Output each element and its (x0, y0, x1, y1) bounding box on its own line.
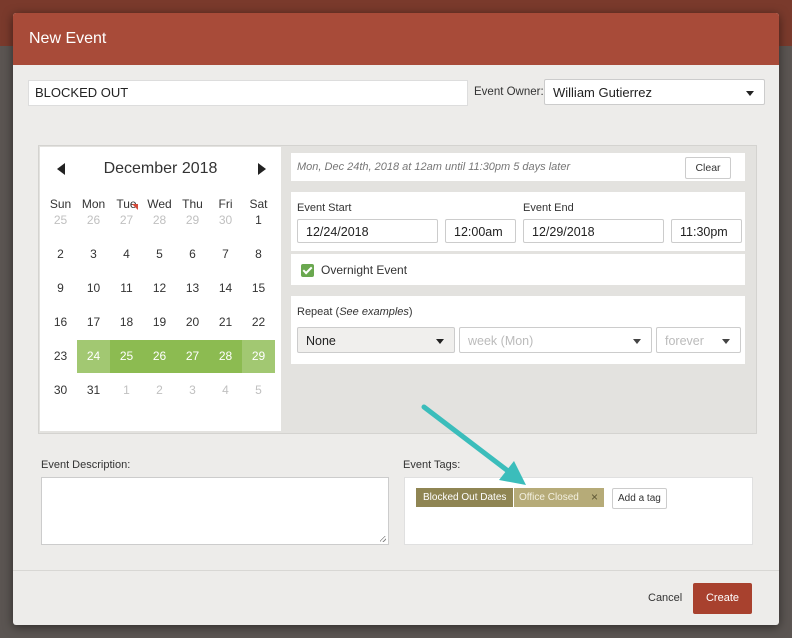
create-button[interactable]: Create (693, 583, 752, 614)
repeat-interval-select[interactable]: week (Mon) (459, 327, 652, 353)
event-owner-value: William Gutierrez (553, 85, 652, 100)
calendar-day[interactable]: 3 (77, 238, 110, 271)
calendar-day[interactable]: 11 (110, 272, 143, 305)
next-month-icon[interactable] (258, 163, 266, 175)
tag-office-closed-label: Office Closed (519, 492, 579, 503)
event-title-input[interactable]: BLOCKED OUT (28, 80, 468, 106)
calendar-day[interactable]: 2 (143, 374, 176, 407)
event-summary-bar: Mon, Dec 24th, 2018 at 12am until 11:30p… (291, 153, 745, 181)
event-start-date-input[interactable]: 12/24/2018 (297, 219, 438, 243)
schedule-panel: December 2018 Sun Mon Tue Wed Thu Fri Sat 25 26 2… (38, 145, 757, 434)
calendar-day[interactable]: 2 (44, 238, 77, 271)
calendar-day[interactable]: 7 (209, 238, 242, 271)
repeat-duration-value: forever (665, 334, 704, 348)
calendar-day[interactable]: 27 (110, 204, 143, 237)
overnight-event-label: Overnight Event (321, 263, 408, 277)
calendar-day[interactable]: 25 (110, 340, 143, 373)
chevron-down-icon (722, 339, 730, 344)
resize-handle-icon[interactable] (380, 536, 386, 542)
event-description-textarea[interactable] (41, 477, 389, 545)
calendar-day[interactable]: 25 (44, 204, 77, 237)
footer-divider (13, 570, 779, 571)
calendar-day[interactable]: 26 (143, 340, 176, 373)
event-owner-select[interactable]: William Gutierrez (544, 79, 765, 105)
remove-tag-icon[interactable]: × (591, 488, 598, 507)
repeat-interval-value: week (Mon) (468, 334, 534, 348)
event-summary-text: Mon, Dec 24th, 2018 at 12am until 11:30p… (297, 161, 571, 173)
overnight-event-row: Overnight Event (291, 254, 745, 285)
event-end-time-input[interactable]: 11:30pm (671, 219, 742, 243)
calendar-day[interactable]: 15 (242, 272, 275, 305)
calendar-day[interactable]: 14 (209, 272, 242, 305)
event-start-time-input[interactable]: 12:00am (445, 219, 516, 243)
calendar-day[interactable]: 28 (143, 204, 176, 237)
repeat-frequency-select[interactable]: None (297, 327, 455, 353)
chevron-down-icon (746, 91, 754, 96)
calendar-day[interactable]: 26 (77, 204, 110, 237)
calendar-day[interactable]: 19 (143, 306, 176, 339)
calendar-day[interactable]: 5 (143, 238, 176, 271)
calendar-day[interactable]: 5 (242, 374, 275, 407)
event-end-label: Event End (523, 202, 574, 214)
cancel-button[interactable]: Cancel (648, 592, 682, 604)
event-description-label: Event Description: (41, 459, 131, 471)
calendar-day[interactable]: 28 (209, 340, 242, 373)
calendar-day[interactable]: 8 (242, 238, 275, 271)
calendar-day[interactable]: 1 (110, 374, 143, 407)
add-tag-button[interactable]: Add a tag (612, 488, 667, 509)
calendar-day[interactable]: 16 (44, 306, 77, 339)
chevron-down-icon (633, 339, 641, 344)
event-end-date-input[interactable]: 12/29/2018 (523, 219, 664, 243)
calendar-day[interactable]: 13 (176, 272, 209, 305)
calendar-day[interactable]: 3 (176, 374, 209, 407)
event-dates-section: Event Start 12/24/2018 12:00am Event End… (291, 192, 745, 251)
calendar-day[interactable]: 24 (77, 340, 110, 373)
calendar-day[interactable]: 30 (209, 204, 242, 237)
calendar-day[interactable]: 9 (44, 272, 77, 305)
calendar-month-label: December 2018 (103, 160, 218, 177)
new-event-modal: New Event BLOCKED OUT Event Owner: Willi… (13, 13, 779, 625)
see-examples-link[interactable]: See examples (339, 306, 409, 318)
calendar-day[interactable]: 23 (44, 340, 77, 373)
overnight-event-checkbox[interactable] (301, 264, 314, 277)
annotation-arrow-icon (421, 404, 526, 485)
repeat-duration-select[interactable]: forever (656, 327, 741, 353)
chevron-down-icon (436, 339, 444, 344)
calendar-day[interactable]: 21 (209, 306, 242, 339)
calendar-day[interactable]: 30 (44, 374, 77, 407)
calendar-day[interactable]: 29 (242, 340, 275, 373)
calendar-day[interactable]: 31 (77, 374, 110, 407)
repeat-frequency-value: None (306, 334, 336, 348)
clear-button[interactable]: Clear (685, 157, 731, 179)
calendar-day[interactable]: 4 (209, 374, 242, 407)
repeat-section: Repeat (See examples) None week (Mon) fo… (291, 296, 745, 364)
calendar-day[interactable]: 10 (77, 272, 110, 305)
repeat-label: Repeat (See examples) (297, 306, 413, 318)
modal-title: New Event (13, 13, 779, 65)
calendar-day[interactable]: 20 (176, 306, 209, 339)
calendar-day[interactable]: 12 (143, 272, 176, 305)
calendar-day[interactable]: 18 (110, 306, 143, 339)
calendar-day[interactable]: 4 (110, 238, 143, 271)
calendar-day[interactable]: 27 (176, 340, 209, 373)
calendar-day[interactable]: 29 (176, 204, 209, 237)
event-start-label: Event Start (297, 202, 352, 214)
calendar-day[interactable]: 22 (242, 306, 275, 339)
calendar-day[interactable]: 6 (176, 238, 209, 271)
calendar-day[interactable]: 17 (77, 306, 110, 339)
event-owner-label: Event Owner: (474, 86, 544, 98)
calendar-day[interactable]: 1 (242, 204, 275, 237)
date-picker-calendar: December 2018 Sun Mon Tue Wed Thu Fri Sat 25 26 2… (40, 147, 281, 431)
